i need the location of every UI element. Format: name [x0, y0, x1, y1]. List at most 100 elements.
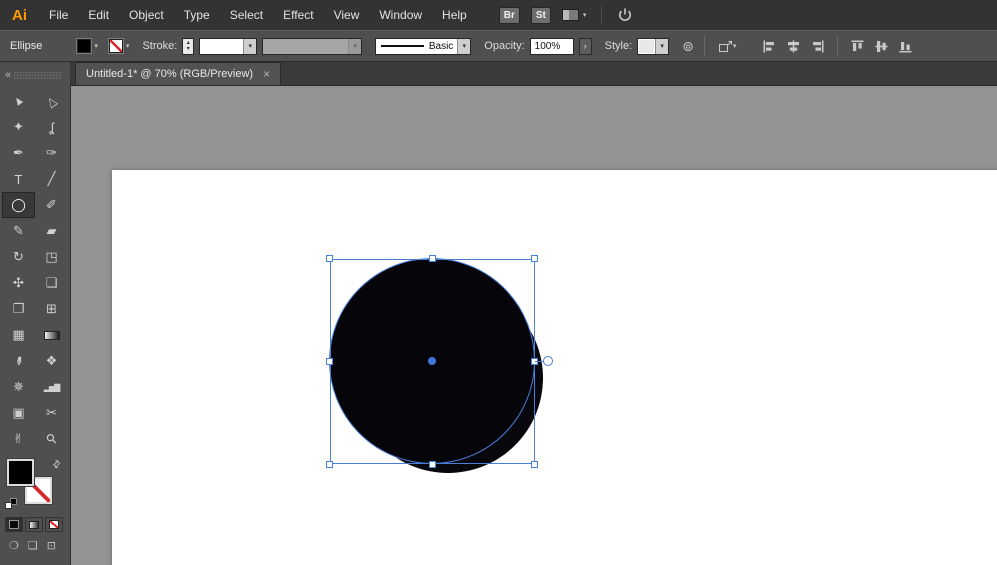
curvature-tool[interactable]: ✑: [35, 140, 68, 166]
menu-window[interactable]: Window: [369, 0, 432, 30]
power-hand-icon[interactable]: [617, 7, 633, 24]
rotate-tool[interactable]: ↻: [2, 244, 35, 270]
gradient-mode-button[interactable]: [25, 517, 43, 532]
rotate-icon: ↻: [13, 249, 24, 265]
selection-handle-middle-left[interactable]: [326, 358, 333, 365]
document-tab[interactable]: Untitled-1* @ 70% (RGB/Preview) ×: [75, 62, 281, 85]
lasso-tool[interactable]: ʆ: [35, 114, 68, 140]
close-icon[interactable]: ×: [263, 67, 270, 81]
magic-wand-tool[interactable]: ✦: [2, 114, 35, 140]
menu-view[interactable]: View: [324, 0, 370, 30]
menu-file[interactable]: File: [39, 0, 78, 30]
transform-dropdown[interactable]: ▾: [715, 40, 740, 53]
chevron-down-icon[interactable]: ▾: [126, 42, 130, 50]
draw-normal-icon[interactable]: ❍: [9, 539, 19, 552]
stroke-weight-select[interactable]: ▾: [199, 38, 257, 55]
panel-grip[interactable]: [14, 72, 62, 79]
chevron-down-icon[interactable]: ▾: [655, 39, 668, 54]
chevron-down-icon[interactable]: ▾: [243, 39, 256, 54]
draw-mode-buttons: ❍ ❑ ⊡: [0, 535, 70, 556]
blend-tool[interactable]: ❖: [35, 348, 68, 374]
control-bar: Ellipse ▾ ▾ Stroke: ▴ ▾ ▾ ▾ Basic ▾ Opac…: [0, 30, 997, 62]
selection-handle-top-center[interactable]: [429, 255, 436, 262]
workspace-switcher-icon: [562, 9, 579, 21]
fill-proxy-swatch[interactable]: [7, 459, 34, 486]
menu-help[interactable]: Help: [432, 0, 477, 30]
artboard-tool[interactable]: ▣: [2, 400, 35, 426]
align-top-icon[interactable]: [848, 40, 867, 53]
type-tool[interactable]: T: [2, 166, 35, 192]
canvas-area[interactable]: [71, 86, 997, 565]
style-select[interactable]: ▾: [637, 38, 669, 55]
fill-color-control[interactable]: ▾: [77, 39, 98, 53]
mesh-tool[interactable]: ▦: [2, 322, 35, 348]
none-mode-button[interactable]: [45, 517, 63, 532]
selection-handle-bottom-left[interactable]: [326, 461, 333, 468]
menu-type[interactable]: Type: [174, 0, 220, 30]
live-shape-handle[interactable]: [543, 356, 553, 366]
selection-handle-bottom-right[interactable]: [531, 461, 538, 468]
swap-fill-stroke-icon[interactable]: ⇄: [50, 458, 64, 472]
column-graph-tool[interactable]: ▂▅▇: [35, 374, 68, 400]
align-center-icon[interactable]: [784, 40, 803, 53]
eraser-tool[interactable]: ▰: [35, 218, 68, 244]
document-tab-title: Untitled-1* @ 70% (RGB/Preview): [86, 68, 253, 80]
eyedropper-tool[interactable]: ✒: [2, 348, 35, 374]
line-segment-tool[interactable]: ╱: [35, 166, 68, 192]
opacity-flyout-button[interactable]: ›: [579, 38, 592, 55]
brush-definition-select[interactable]: Basic ▾: [375, 38, 471, 55]
draw-behind-icon[interactable]: ❑: [28, 539, 38, 552]
step-down-icon[interactable]: ▾: [187, 46, 190, 52]
free-transform-tool[interactable]: ❏: [35, 270, 68, 296]
ellipse-tool[interactable]: ◯: [2, 192, 35, 218]
selection-tool[interactable]: ▲: [2, 88, 35, 114]
bridge-button[interactable]: Br: [499, 7, 520, 24]
recolor-artwork-icon[interactable]: ⊚: [682, 38, 694, 55]
scale-tool[interactable]: ◳: [35, 244, 68, 270]
pencil-tool[interactable]: ✎: [2, 218, 35, 244]
align-middle-icon[interactable]: [872, 40, 891, 53]
menu-edit[interactable]: Edit: [78, 0, 119, 30]
menu-bar: Ai File Edit Object Type Select Effect V…: [0, 0, 997, 30]
chevron-down-icon[interactable]: ▾: [94, 42, 98, 50]
slice-tool[interactable]: ✂: [35, 400, 68, 426]
perspective-grid-tool[interactable]: ⊞: [35, 296, 68, 322]
fill-color-swatch[interactable]: [77, 39, 91, 53]
opacity-label: Opacity:: [484, 40, 524, 52]
selection-handle-top-right[interactable]: [531, 255, 538, 262]
align-right-icon[interactable]: [808, 40, 827, 53]
stroke-none-swatch[interactable]: [109, 39, 123, 53]
align-left-icon[interactable]: [760, 40, 779, 53]
menu-object[interactable]: Object: [119, 0, 174, 30]
symbol-sprayer-tool[interactable]: ✵: [2, 374, 35, 400]
hand-tool[interactable]: ✌: [2, 426, 35, 452]
menu-select[interactable]: Select: [220, 0, 273, 30]
paintbrush-tool[interactable]: ✐: [35, 192, 68, 218]
width-profile-select[interactable]: ▾: [262, 38, 362, 55]
draw-inside-icon[interactable]: ⊡: [47, 539, 56, 552]
stock-button[interactable]: St: [531, 7, 551, 24]
workspace-switcher[interactable]: ▾: [562, 9, 587, 21]
menu-effect[interactable]: Effect: [273, 0, 323, 30]
opacity-input[interactable]: 100%: [530, 38, 574, 55]
none-mode-icon: [49, 520, 59, 529]
color-mode-button[interactable]: [5, 517, 23, 532]
zoom-tool[interactable]: ⚲: [35, 426, 68, 452]
artboard[interactable]: [112, 170, 997, 565]
gradient-tool[interactable]: [35, 322, 68, 348]
selection-handle-top-left[interactable]: [326, 255, 333, 262]
selection-handle-bottom-center[interactable]: [429, 461, 436, 468]
width-tool[interactable]: ✣: [2, 270, 35, 296]
divider: [837, 36, 838, 56]
default-fill-stroke-icon[interactable]: [5, 498, 19, 510]
pen-tool[interactable]: ✒: [2, 140, 35, 166]
chevron-down-icon[interactable]: ▾: [457, 39, 470, 54]
shape-builder-tool[interactable]: ❐: [2, 296, 35, 322]
align-bottom-icon[interactable]: [896, 40, 915, 53]
stroke-weight-stepper[interactable]: ▴ ▾: [182, 38, 194, 55]
direct-selection-tool[interactable]: △: [35, 88, 68, 114]
collapse-panel-button[interactable]: «: [5, 69, 9, 81]
paint-mode-buttons: [0, 514, 70, 535]
stroke-color-control[interactable]: ▾: [109, 39, 130, 53]
shape-center-point[interactable]: [428, 357, 436, 365]
